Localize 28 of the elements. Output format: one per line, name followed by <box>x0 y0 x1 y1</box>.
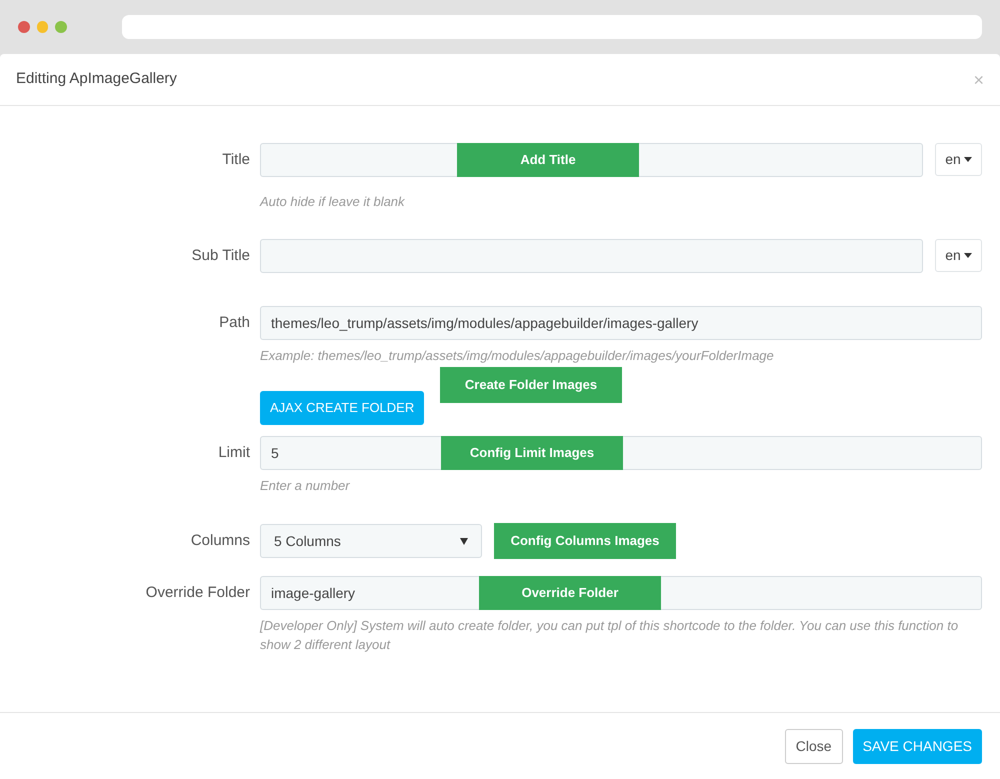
dropdown-caret-icon <box>460 538 468 544</box>
columns-dropdown[interactable]: 5 Columns <box>260 524 482 558</box>
language-dropdown[interactable]: en <box>935 239 982 272</box>
field-label: Limit <box>217 443 250 463</box>
dropdown-caret-icon <box>964 253 972 258</box>
field-label: Columns <box>190 531 250 551</box>
language-dropdown[interactable]: en <box>935 143 982 176</box>
field-label: Override Folder <box>144 583 250 603</box>
help-text: Example: themes/leo_trump/assets/img/modules/appagebuilder/images/yourFolderImage <box>260 347 775 365</box>
modal-title: Editting ApImageGallery <box>16 69 177 90</box>
help-text: Enter a number <box>260 477 351 495</box>
text-input-field[interactable]: themes/leo_trump/assets/img/modules/appagebuilder/images-gallery <box>260 306 982 340</box>
field-label: Title <box>221 150 250 170</box>
annotation-label: Config Columns Images <box>494 523 676 559</box>
text-input-field[interactable]: image-gallery Override Folder <box>260 576 982 610</box>
text-input-field[interactable]: 5 Config Limit Images <box>260 436 982 470</box>
text-input-field[interactable] <box>260 239 923 273</box>
dropdown-caret-icon <box>964 157 972 162</box>
annotation-label: Override Folder <box>479 576 661 610</box>
annotation-label: Create Folder Images <box>440 367 622 403</box>
field-label: Path <box>218 313 250 333</box>
close-button[interactable]: Close <box>784 728 843 764</box>
address-bar[interactable] <box>122 15 982 39</box>
help-text: Auto hide if leave it blank <box>260 193 406 211</box>
help-text: [Developer Only] System will auto create folder, you can put tpl of this shortcode to the folder. You can use this function to show 2 different layout <box>260 617 960 654</box>
annotation-label: Config Limit Images <box>441 436 623 470</box>
annotation-label: Add Title <box>457 143 639 177</box>
field-label: Sub Title <box>190 246 250 266</box>
